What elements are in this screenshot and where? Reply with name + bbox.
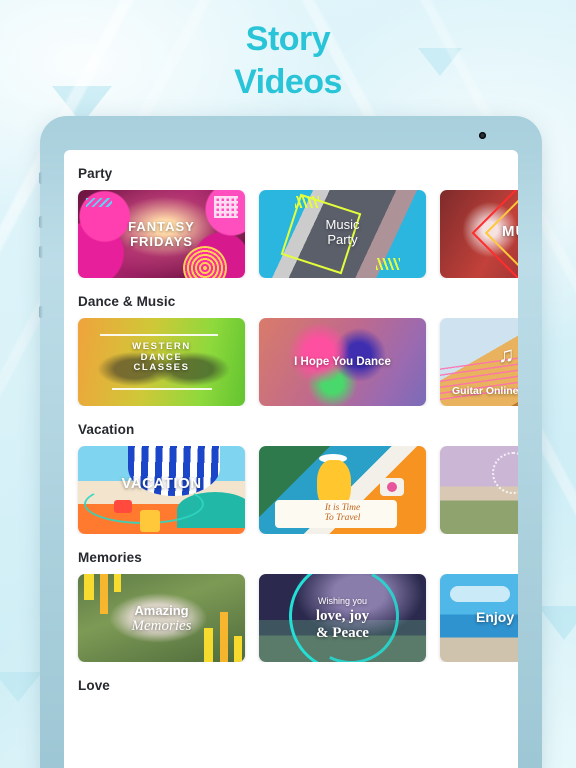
card-label: Music Party <box>259 217 426 247</box>
line-accent-top <box>100 334 218 336</box>
template-card-music[interactable]: MUSIC <box>440 190 518 278</box>
card-label: Enjoy L <box>476 609 518 625</box>
section-title-vacation: Vacation <box>78 422 135 437</box>
card-label-line-2: FRIDAYS <box>130 233 193 249</box>
dot-grid-icon <box>214 196 238 218</box>
tablet-side-button-3[interactable] <box>39 246 43 258</box>
card-row-vacation[interactable]: VACATION It is Time To Travel <box>64 446 518 534</box>
card-label-line-1: WESTERN <box>132 341 191 352</box>
suitcase-icon <box>140 510 160 532</box>
section-dance-music: Dance & Music WESTERN DANCE CLASSES I Ho… <box>64 278 518 406</box>
card-label: It is Time To Travel <box>259 503 426 524</box>
tablet-device-mockup: Party FANTASY FRIDAYS Music Party M Danc… <box>39 116 542 768</box>
page-title-line-2: Videos <box>234 62 342 101</box>
card-label-line-2: DANCE <box>140 351 183 363</box>
template-card-fantasy-fridays[interactable]: FANTASY FRIDAYS <box>78 190 245 278</box>
template-card-wishing-you-love-joy-peace[interactable]: Wishing you love, joy & Peace <box>259 574 426 662</box>
card-label-line-2: To Travel <box>324 513 361 524</box>
card-label-line-1: Music <box>325 217 360 232</box>
template-card-vacation-third[interactable] <box>440 446 518 534</box>
card-label-line-2: love, joy <box>315 608 370 624</box>
tablet-side-button-1[interactable] <box>39 172 43 184</box>
card-label-line-1: FANTASY <box>128 219 195 234</box>
zigzag-icon <box>86 198 112 207</box>
card-label-line-3: & Peace <box>316 624 369 641</box>
camera-icon <box>114 500 132 513</box>
vinyl-record-icon <box>183 246 227 278</box>
card-label: MUSIC <box>502 223 518 240</box>
section-title-love: Love <box>78 678 110 693</box>
card-label-line-3: CLASSES <box>133 362 190 374</box>
front-camera-icon <box>479 132 486 139</box>
tablet-side-button-2[interactable] <box>39 216 43 228</box>
decorative-triangle-bottom-right <box>538 606 576 640</box>
template-card-western-dance-classes[interactable]: WESTERN DANCE CLASSES <box>78 318 245 406</box>
camera-icon <box>380 478 404 496</box>
hatch-lines-icon-bottom <box>376 258 400 270</box>
card-label: I Hope You Dance <box>294 356 391 368</box>
card-label: FANTASY FRIDAYS <box>78 219 245 249</box>
line-accent-bottom <box>112 388 212 390</box>
card-label: Guitar Online Clas <box>452 385 518 398</box>
section-love: Love <box>64 662 518 702</box>
card-label-script: Memories <box>131 618 192 634</box>
card-label: Wishing you <box>317 596 368 606</box>
template-card-music-party[interactable]: Music Party <box>259 190 426 278</box>
template-card-amazing-memories[interactable]: Amazing Memories <box>78 574 245 662</box>
card-label: Amazing <box>134 603 189 618</box>
card-row-memories[interactable]: Amazing Memories Wishing you love, joy &… <box>64 574 518 662</box>
template-card-it-is-time-to-travel[interactable]: It is Time To Travel <box>259 446 426 534</box>
template-card-vacation[interactable]: VACATION <box>78 446 245 534</box>
app-screen: Party FANTASY FRIDAYS Music Party M Danc… <box>64 150 518 768</box>
section-memories: Memories Amazing Memories Wishing you lo… <box>64 534 518 662</box>
section-party: Party FANTASY FRIDAYS Music Party M <box>64 150 518 278</box>
page-title: Story Videos <box>0 18 576 103</box>
section-vacation: Vacation VACATION It is Time To Travel <box>64 406 518 534</box>
music-note-icon: ♫ <box>498 342 515 367</box>
card-label-line-1: It is Time <box>324 502 361 513</box>
tablet-side-button-4[interactable] <box>39 306 43 318</box>
section-title-party: Party <box>78 166 113 181</box>
card-label: VACATION <box>121 475 202 492</box>
template-card-i-hope-you-dance[interactable]: I Hope You Dance <box>259 318 426 406</box>
page-title-line-1: Story <box>245 20 331 58</box>
card-label-line-2: Party <box>327 231 358 247</box>
template-card-enjoy-life[interactable]: Enjoy L <box>440 574 518 662</box>
card-label: WESTERN DANCE CLASSES <box>78 341 245 374</box>
decorative-triangle-bottom-left <box>0 672 42 702</box>
section-title-dance-music: Dance & Music <box>78 294 176 309</box>
card-row-dance-music[interactable]: WESTERN DANCE CLASSES I Hope You Dance ♫… <box>64 318 518 406</box>
cloud-icon <box>450 586 510 602</box>
template-card-guitar-online-classes[interactable]: ♫ Guitar Online Clas <box>440 318 518 406</box>
card-label-main: love, joy & Peace <box>259 608 426 642</box>
card-row-party[interactable]: FANTASY FRIDAYS Music Party MU <box>64 190 518 278</box>
section-title-memories: Memories <box>78 550 142 565</box>
sun-circle-icon <box>492 452 518 494</box>
